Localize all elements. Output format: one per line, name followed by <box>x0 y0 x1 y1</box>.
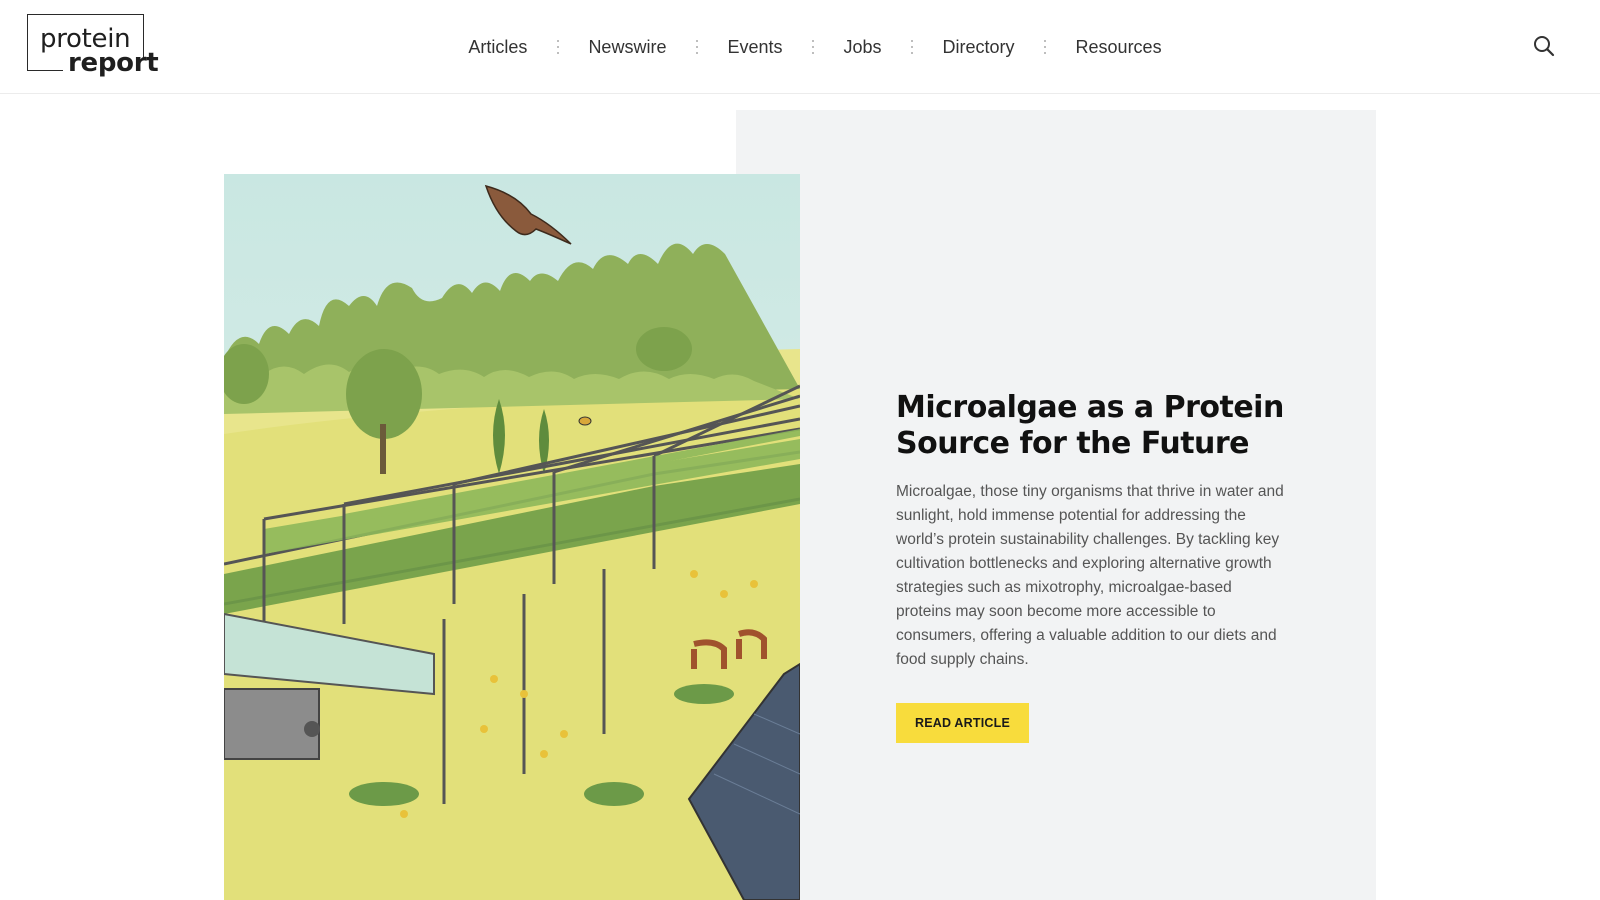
nav-separator <box>1044 40 1047 54</box>
hero-illustration[interactable] <box>224 174 800 900</box>
hero-content: Microalgae as a Protein Source for the F… <box>896 390 1286 743</box>
nav-separator <box>811 40 814 54</box>
article-description: Microalgae, those tiny organisms that th… <box>896 483 1284 668</box>
nav-item-articles[interactable]: Articles <box>468 37 527 58</box>
nav-item-events[interactable]: Events <box>727 37 782 58</box>
article-title[interactable]: Microalgae as a Protein Source for the F… <box>896 390 1286 462</box>
site-header: protein report Articles Newswire Events … <box>0 0 1600 94</box>
main-nav: Articles Newswire Events Jobs Directory … <box>0 0 1600 94</box>
search-icon[interactable] <box>1532 34 1556 58</box>
nav-item-directory[interactable]: Directory <box>943 37 1015 58</box>
nav-item-newswire[interactable]: Newswire <box>588 37 666 58</box>
nav-separator <box>556 40 559 54</box>
nav-item-jobs[interactable]: Jobs <box>843 37 881 58</box>
nav-separator <box>695 40 698 54</box>
read-article-button[interactable]: READ ARTICLE <box>896 703 1029 743</box>
nav-separator <box>911 40 914 54</box>
nav-item-resources[interactable]: Resources <box>1076 37 1162 58</box>
